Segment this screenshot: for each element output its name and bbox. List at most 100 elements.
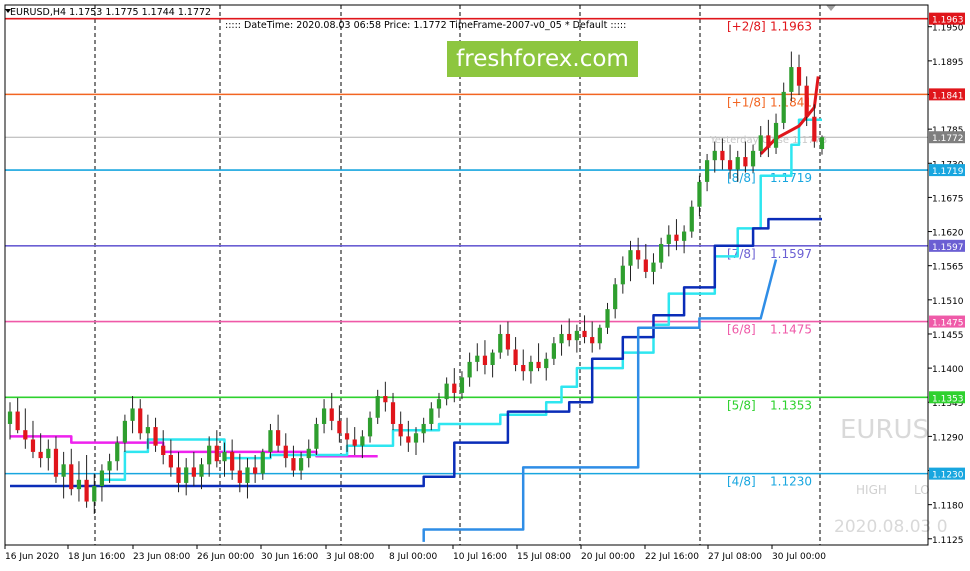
candle-body [773, 122, 779, 148]
candle-body [498, 333, 503, 353]
candle-body [314, 423, 319, 449]
candle-body [467, 361, 472, 378]
candle-body [199, 464, 204, 477]
price-label-text: 1.1719 [932, 167, 964, 177]
chart-background [0, 0, 970, 567]
price-tick-label-6: 1.1620 [932, 229, 964, 239]
price-tick-label-12: 1.1290 [932, 433, 964, 443]
time-tick-label-9: 20 Jul 00:00 [581, 552, 635, 562]
candle-body [253, 467, 258, 474]
candle-body [620, 265, 625, 285]
candle-body [352, 439, 357, 446]
candle-body [398, 423, 403, 437]
candle-body [383, 396, 388, 403]
price-tick-label-10: 1.1400 [932, 365, 964, 375]
candle-body [720, 150, 725, 161]
price-tick-label-14: 1.1180 [932, 502, 964, 512]
candle-body [613, 284, 618, 310]
candle-body [306, 448, 311, 459]
candle-body [521, 365, 526, 372]
price-label-1: 1.1841 [929, 88, 965, 101]
candle-body [23, 430, 28, 440]
candle-body [674, 234, 679, 241]
murrey-label-4: [6/8] [727, 323, 756, 337]
price-tick-label-1: 1.1895 [932, 58, 964, 68]
candle-body [298, 458, 304, 471]
candle-body [38, 451, 43, 459]
candle-body [459, 377, 465, 393]
candle-body [567, 333, 572, 341]
candle-body [321, 408, 327, 424]
candle-body [7, 411, 13, 424]
candle-body [513, 349, 518, 365]
candle-body [329, 408, 334, 421]
price-label-3: 1.1719 [929, 164, 965, 177]
candle-body [544, 358, 549, 369]
candle-body [145, 427, 150, 434]
info-line: ::::: DateTime: 2020.08.03 06:58 Price: … [225, 20, 626, 31]
candle-body [482, 355, 488, 365]
murrey-value-0: 1.1963 [770, 20, 812, 34]
candle-body [758, 135, 763, 151]
candle-body [750, 150, 756, 167]
candle-body [15, 411, 20, 431]
price-tick-label-7: 1.1565 [932, 263, 964, 273]
candle-body [666, 234, 671, 244]
candle-body [214, 445, 219, 462]
candle-body [107, 461, 112, 471]
candle-body [605, 309, 610, 328]
candle-body [651, 262, 656, 272]
candle-body [452, 383, 457, 393]
candle-body [413, 433, 419, 443]
candle-body [168, 455, 173, 468]
candle-body [490, 352, 495, 365]
murrey-label-1: [+1/8] [727, 95, 766, 109]
candle-body [559, 333, 564, 344]
candle-body [551, 343, 556, 359]
price-label-text: 1.1475 [932, 319, 964, 329]
candle-body [812, 116, 817, 142]
price-label-5: 1.1475 [929, 315, 965, 329]
time-tick-label-10: 22 Jul 16:00 [645, 552, 699, 562]
time-tick-label-5: 3 Jul 08:00 [326, 552, 375, 562]
price-label-text: 1.1230 [932, 471, 964, 481]
candle-body [138, 408, 143, 434]
candle-body [360, 436, 365, 446]
candle-body [659, 243, 664, 263]
time-tick-label-4: 30 Jun 16:00 [261, 552, 318, 562]
candle-body [636, 250, 641, 260]
candle-body [804, 85, 809, 117]
candle-body [191, 467, 196, 477]
murrey-label-5: [5/8] [727, 398, 756, 412]
price-tick-label-15: 1.1125 [932, 536, 964, 546]
watermark-date: 2020.08.03 0 [834, 517, 948, 537]
price-label-2: 1.1772 [929, 131, 965, 144]
price-label-6: 1.1353 [929, 391, 965, 404]
candle-body [727, 160, 733, 170]
chart-window[interactable]: [+2/8] 1.1963 [+1/8] 1.1841 [8/8] 1.1719 [7/8]… [0, 0, 970, 567]
candle-body [789, 67, 794, 92]
candle-body [781, 91, 786, 123]
candle-body [536, 361, 541, 369]
candle-body [528, 361, 534, 372]
time-tick-label-11: 27 Jul 08:00 [708, 552, 762, 562]
candle-body [704, 160, 710, 182]
candle-body [207, 445, 212, 465]
time-tick-label-0: 16 Jun 2020 [5, 552, 59, 562]
price-chart[interactable]: [+2/8] 1.1963 [+1/8] 1.1841 [8/8] 1.1719 [7/8]… [0, 0, 970, 567]
candle-body [130, 408, 135, 421]
murrey-label-6: [4/8] [727, 475, 756, 489]
watermark-symbol: EURUS [840, 415, 929, 445]
price-label-7: 1.1230 [929, 467, 965, 481]
candle-body [344, 433, 350, 440]
candle-body [819, 137, 825, 149]
brand-badge: freshforex.com [447, 41, 638, 77]
candle-body [283, 445, 288, 459]
watermark-low: LO [914, 483, 930, 497]
murrey-value-3: 1.1597 [770, 247, 812, 261]
candle-body [590, 337, 595, 344]
candle-body [84, 479, 89, 502]
candle-body [375, 396, 380, 418]
time-tick-label-8: 15 Jul 08:00 [517, 552, 571, 562]
price-label-4: 1.1597 [929, 239, 965, 253]
